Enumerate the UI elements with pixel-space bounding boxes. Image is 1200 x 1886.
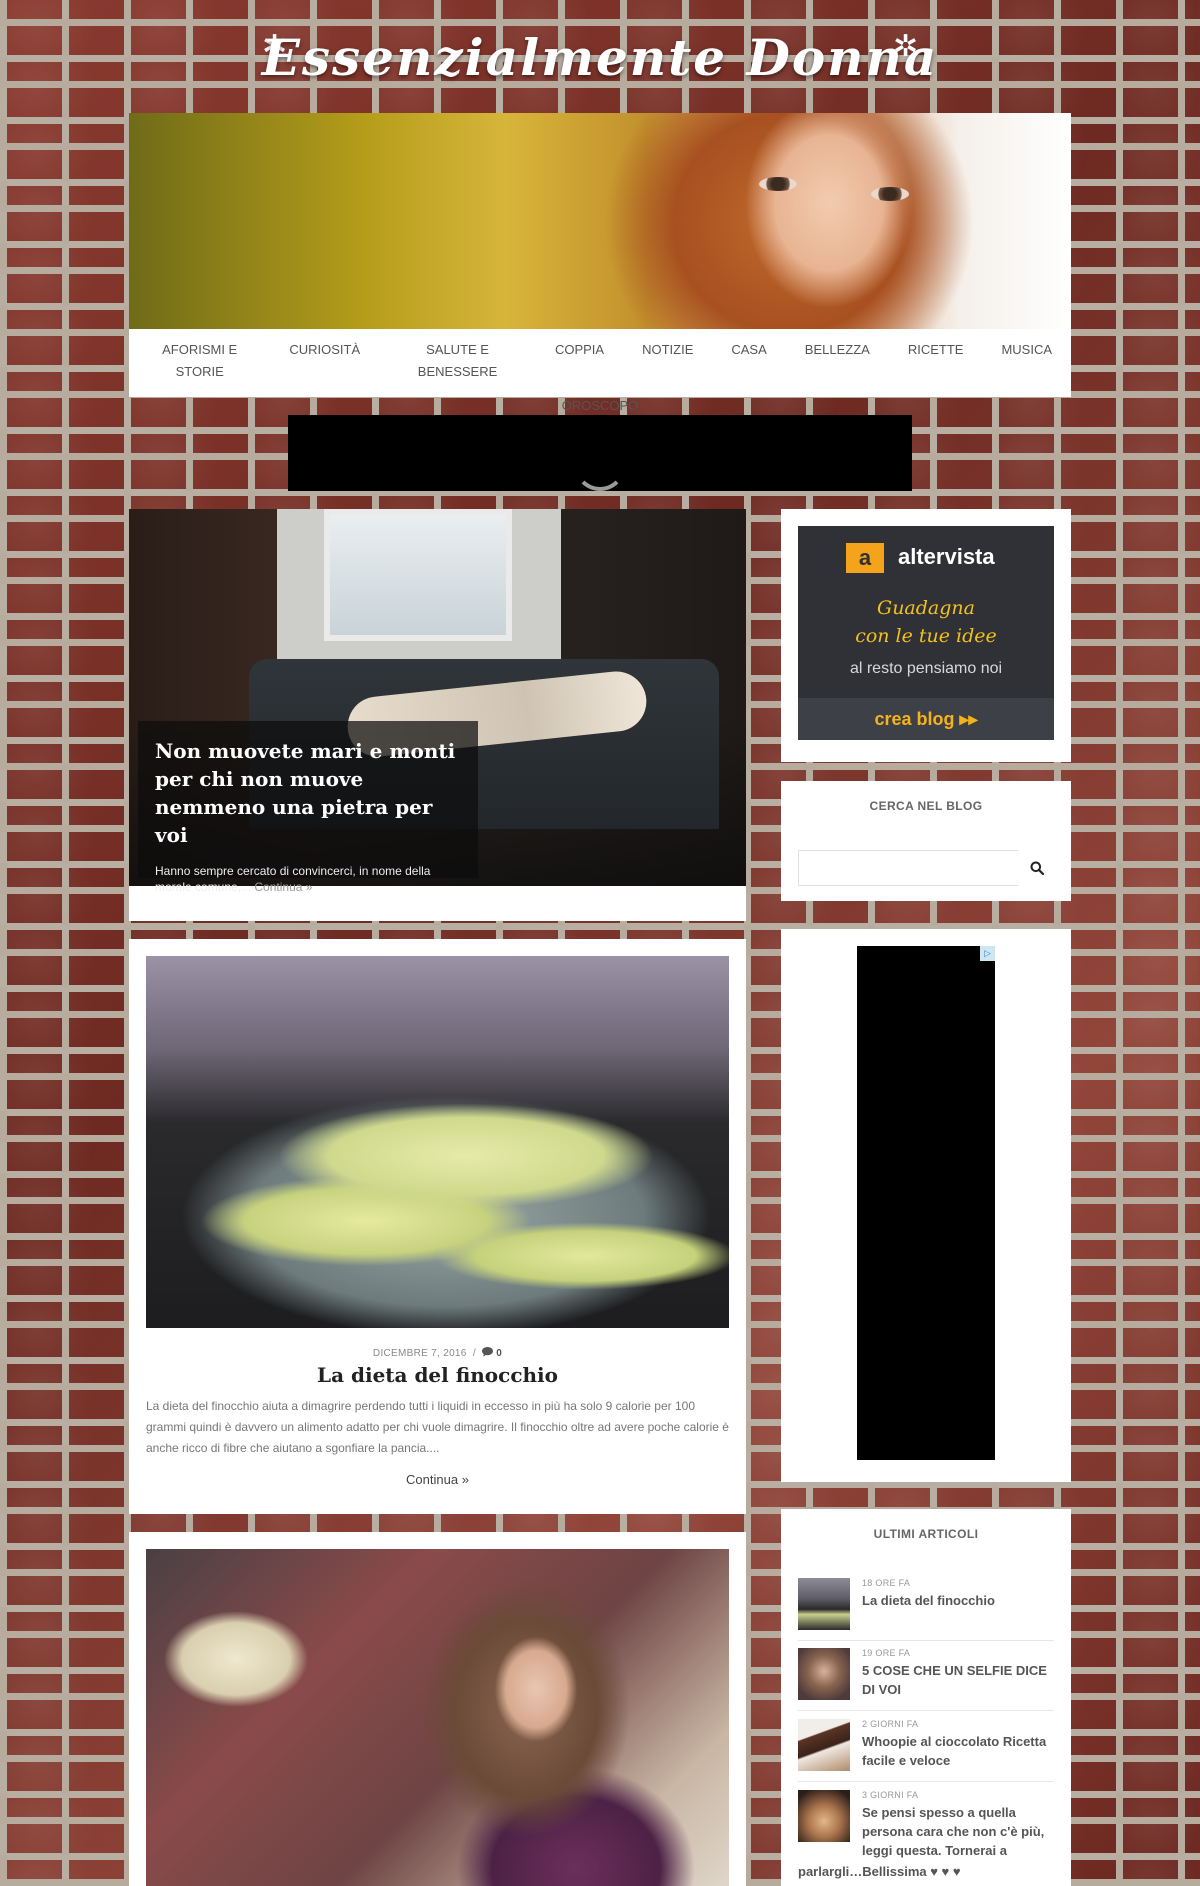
flower-right-icon: ✲ <box>893 30 919 63</box>
skyscraper-ad[interactable]: ▷ <box>857 946 995 1460</box>
latest-article-time: 3 GIORNI FA <box>862 1790 919 1800</box>
featured-post: Non muovete mari e monti per chi non muo… <box>129 509 746 921</box>
altervista-brand: altervista <box>898 544 995 569</box>
nav-item-casa[interactable]: CASA <box>712 339 785 383</box>
latest-widget-title: ULTIMI ARTICOLI <box>873 1527 979 1541</box>
latest-article-time: 19 ORE FA <box>862 1648 911 1658</box>
nav-item-curiosita[interactable]: CURIOSITÀ <box>270 339 379 383</box>
latest-article-title[interactable]: La dieta del finocchio <box>862 1591 1054 1610</box>
post-date: DICEMBRE 7, 2016 <box>372 1348 467 1359</box>
altervista-tagline-1: Guadagna <box>877 597 975 619</box>
latest-article-item[interactable]: 18 ORE FA La dieta del finocchio <box>798 1578 1054 1641</box>
altervista-ad[interactable]: a altervista Guadagna con le tue idee al… <box>798 526 1054 740</box>
post-card: DICEMBRE 7, 2016 / 0 La dieta del finocc… <box>129 939 746 1514</box>
comment-icon <box>482 1347 494 1357</box>
latest-articles-widget: ULTIMI ARTICOLI 18 ORE FA La dieta del f… <box>781 1509 1071 1886</box>
search-button[interactable] <box>1019 850 1054 886</box>
skyscraper-ad-widget: ▷ <box>781 929 1071 1482</box>
latest-article-time: 18 ORE FA <box>862 1578 911 1588</box>
search-input[interactable] <box>798 850 1019 886</box>
hero-eye-right <box>871 187 909 201</box>
latest-article-thumbnail[interactable] <box>798 1790 850 1842</box>
altervista-subtitle: al resto pensiamo noi <box>849 660 1003 677</box>
post-card <box>129 1532 746 1886</box>
altervista-cta-button[interactable]: crea blog ▸▸ <box>798 698 1054 740</box>
header-box: AFORISMI E STORIE CURIOSITÀ SALUTE E BEN… <box>129 113 1071 413</box>
latest-article-thumbnail[interactable] <box>798 1719 850 1771</box>
header-hero-image <box>129 113 1071 329</box>
meta-separator: / <box>472 1348 476 1359</box>
nav-item-notizie[interactable]: NOTIZIE <box>623 339 712 383</box>
search-icon <box>1030 861 1044 875</box>
nav-item-salute[interactable]: SALUTE E BENESSERE <box>379 339 536 383</box>
site-title[interactable]: Essenzialmente Donna <box>0 28 1200 87</box>
nav-item-ricette[interactable]: RICETTE <box>889 339 983 383</box>
post-meta: DICEMBRE 7, 2016 / 0 <box>129 1347 746 1359</box>
latest-article-thumbnail[interactable] <box>798 1578 850 1630</box>
search-widget: CERCA NEL BLOG <box>781 781 1071 901</box>
latest-article-item[interactable]: 19 ORE FA 5 COSE CHE UN SELFIE DICE DI V… <box>798 1648 1054 1711</box>
hero-eye-left <box>759 177 797 191</box>
post-image[interactable] <box>146 956 729 1328</box>
featured-continue-link[interactable]: Continua » <box>254 880 312 894</box>
featured-title[interactable]: Non muovete mari e monti per chi non muo… <box>155 737 461 849</box>
altervista-logo-icon: a <box>846 543 884 573</box>
nav-row-2: OROSCOPO <box>129 395 1071 417</box>
post-excerpt: La dieta del finocchio aiuta a dimagrire… <box>146 1399 729 1455</box>
latest-article-time: 2 GIORNI FA <box>862 1719 919 1729</box>
altervista-tagline-2: con le tue idee <box>855 625 997 647</box>
post-image[interactable] <box>146 1549 729 1886</box>
nav-item-musica[interactable]: MUSICA <box>982 339 1071 383</box>
latest-article-title[interactable]: Se pensi spesso a quella persona cara ch… <box>862 1803 1054 1860</box>
latest-article-thumbnail[interactable] <box>798 1648 850 1700</box>
post-continue-link[interactable]: Continua » <box>129 1472 746 1487</box>
comment-count-value: 0 <box>496 1348 503 1359</box>
latest-article-title-continued[interactable]: parlargli…Bellissima ♥ ♥ ♥ <box>798 1862 1071 1881</box>
window-pane <box>324 509 512 641</box>
latest-article-title[interactable]: Whoopie al cioccolato Ricetta facile e v… <box>862 1732 1054 1770</box>
main-navigation: AFORISMI E STORIE CURIOSITÀ SALUTE E BEN… <box>129 329 1071 413</box>
post-title[interactable]: La dieta del finocchio <box>129 1360 746 1390</box>
altervista-tagline: Guadagna con le tue idee <box>798 594 1054 650</box>
featured-caption: Non muovete mari e monti per chi non muo… <box>138 721 478 894</box>
search-widget-title: CERCA NEL BLOG <box>869 799 983 813</box>
featured-excerpt: Hanno sempre cercato di convincerci, in … <box>155 863 461 895</box>
top-banner-ad[interactable] <box>288 415 912 491</box>
nav-row-1: AFORISMI E STORIE CURIOSITÀ SALUTE E BEN… <box>129 339 1071 383</box>
altervista-widget: a altervista Guadagna con le tue idee al… <box>781 509 1071 762</box>
nav-item-coppia[interactable]: COPPIA <box>536 339 623 383</box>
latest-article-item[interactable]: 2 GIORNI FA Whoopie al cioccolato Ricett… <box>798 1719 1054 1782</box>
latest-article-item[interactable]: 3 GIORNI FA Se pensi spesso a quella per… <box>798 1790 1054 1858</box>
loading-spinner-icon <box>574 439 626 491</box>
comment-count[interactable]: 0 <box>482 1347 503 1359</box>
adchoices-icon[interactable]: ▷ <box>980 946 995 961</box>
latest-article-title[interactable]: 5 COSE CHE UN SELFIE DICE DI VOI <box>862 1661 1054 1699</box>
nav-item-bellezza[interactable]: BELLEZZA <box>786 339 889 383</box>
nav-item-oroscopo[interactable]: OROSCOPO <box>543 395 658 417</box>
nav-item-aforismi[interactable]: AFORISMI E STORIE <box>129 339 270 383</box>
